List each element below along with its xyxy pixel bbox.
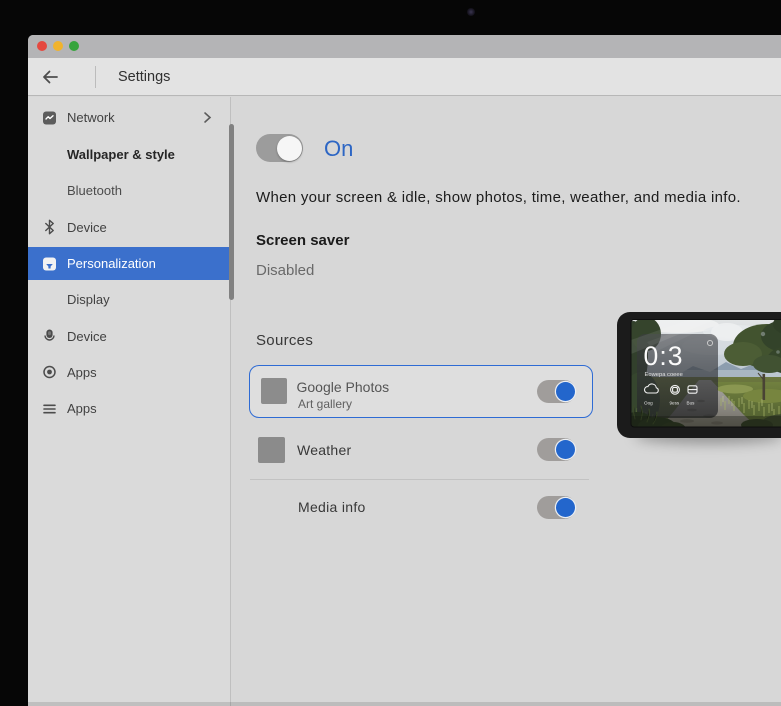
svg-text:Oog: Oog — [644, 401, 653, 406]
svg-text:9ess: 9ess — [670, 401, 680, 406]
svg-text:Bus: Bus — [687, 401, 696, 406]
svg-text:Eowepa coeee: Eowepa coeee — [645, 372, 683, 378]
svg-text:0:3: 0:3 — [644, 341, 684, 371]
